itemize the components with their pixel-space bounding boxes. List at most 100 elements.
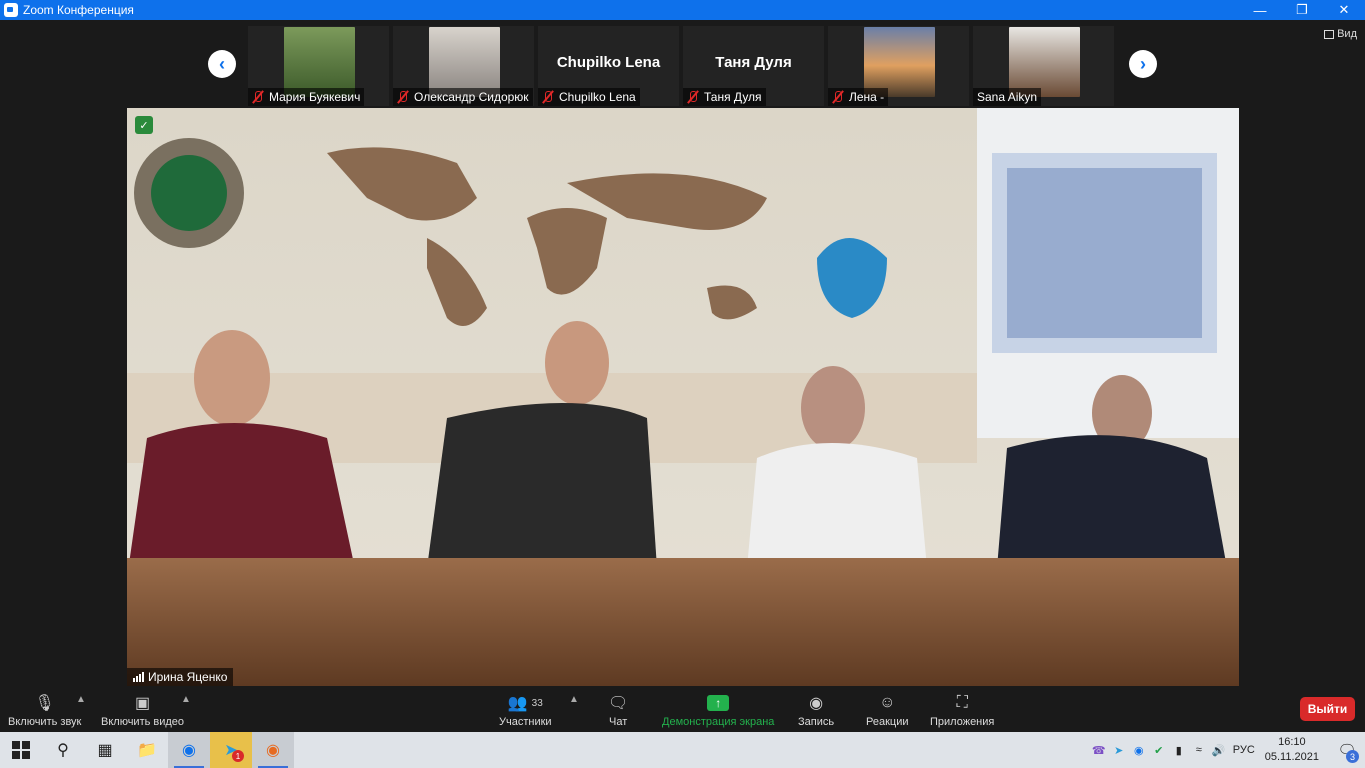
microphone-muted-icon [832,90,844,104]
chevron-right-icon: › [1140,53,1146,74]
clock-time: 16:10 [1278,736,1306,748]
speaker-name: Ирина Яценко [148,670,228,684]
microphone-muted-icon [252,90,264,104]
participants-count: 33 [531,697,543,709]
grid-view-icon [1324,29,1335,39]
share-screen-icon: ↑ [707,692,730,714]
zoom-logo-icon [4,3,18,17]
share-screen-label: Демонстрация экрана [662,716,775,728]
search-icon: ⚲ [57,742,69,759]
participant-photo [429,27,500,97]
participant-name: Лена - [849,90,885,104]
participant-name: Мария Буякевич [269,90,361,104]
start-video-button[interactable]: ▣ Включить видео [101,692,184,728]
system-tray: ☎ ➤ ◉ ✔ ▮ ≈ 🔊 РУС 16:10 05.11.2021 🗨 3 [1089,732,1365,768]
participant-name-bar: Олександр Сидорюк [393,88,533,106]
microphone-muted-icon [542,90,554,104]
search-button[interactable]: ⚲ [42,732,84,768]
participant-tile[interactable]: Мария Буякевич [248,26,389,106]
participant-photo [284,27,355,97]
record-button[interactable]: ◉ Запись [798,692,834,728]
participant-name: Таня Дуля [704,90,762,104]
zoom-taskbar-button[interactable]: ◉ [168,732,210,768]
microphone-muted-icon [687,90,699,104]
participants-options-caret-icon[interactable]: ▲ [569,694,579,705]
view-label: Вид [1337,28,1357,40]
chat-label: Чат [609,716,628,728]
participant-display-name: Таня Дуля [715,54,792,71]
firefox-taskbar-button[interactable]: ◉ [252,732,294,768]
reactions-button[interactable]: ☺ Реакции [866,692,909,728]
microphone-muted-icon: 🎙 [34,695,55,712]
volume-icon[interactable]: 🔊 [1209,744,1229,757]
battery-icon[interactable]: ▮ [1169,744,1189,757]
reactions-label: Реакции [866,716,909,728]
microphone-muted-icon [397,90,409,104]
participant-name-bar: Chupilko Lena [538,88,640,106]
wifi-icon[interactable]: ≈ [1189,744,1209,756]
viber-icon[interactable]: ☎ [1089,744,1109,757]
active-speaker-video[interactable]: ✓ Ирина Яценко [127,108,1239,686]
input-language[interactable]: РУС [1229,744,1259,756]
conference-room-scene [127,108,1239,686]
apps-button[interactable]: ⛶ Приложения [930,692,994,728]
participant-tile[interactable]: Олександр Сидорюк [393,26,534,106]
meeting-stage: ‹ Мария Буякевич Олександр Сидорюк Chupi… [0,20,1365,686]
audio-options-caret-icon[interactable]: ▲ [76,694,86,705]
task-view-button[interactable]: ▦ [84,732,126,768]
share-screen-button[interactable]: ↑ Демонстрация экрана [662,692,774,728]
participant-strip: Мария Буякевич Олександр Сидорюк Chupilk… [248,26,1118,106]
view-button[interactable]: Вид [1324,28,1357,40]
chat-button[interactable]: 🗨 Чат [608,692,628,728]
telegram-taskbar-button[interactable]: ➤ 1 [210,732,252,768]
record-label: Запись [798,716,835,728]
participants-label: Участники [499,716,552,728]
participant-photo [1009,27,1080,97]
next-page-button[interactable]: › [1129,50,1157,78]
video-off-icon: ▣ [134,695,151,712]
participants-icon: 👥 33 [507,695,543,712]
security-shield-icon[interactable]: ✔ [1149,744,1169,757]
participant-tile[interactable]: Лена - [828,26,969,106]
chat-bubble-icon: 🗨 [608,695,629,712]
record-icon: ◉ [809,695,824,712]
encryption-shield-icon[interactable]: ✓ [135,116,153,134]
participant-name-bar: Таня Дуля [683,88,766,106]
participant-name: Sana Aikyn [977,90,1038,104]
chevron-left-icon: ‹ [219,53,225,74]
apps-label: Приложения [930,716,995,728]
notification-center-button[interactable]: 🗨 3 [1329,732,1365,768]
start-button[interactable] [0,732,42,768]
window-title: Zoom Конференция [23,3,134,17]
speaker-name-tag: Ирина Яценко [127,668,234,686]
telegram-tray-icon[interactable]: ➤ [1109,744,1129,757]
participant-tile[interactable]: Sana Aikyn [973,26,1114,106]
participant-tile[interactable]: Таня Дуля Таня Дуля [683,26,824,106]
participants-button[interactable]: 👥 33 Участники [499,692,552,728]
minimize-button[interactable]: — [1239,0,1281,20]
participant-name: Chupilko Lena [559,90,636,104]
participant-tile[interactable]: Chupilko Lena Chupilko Lena [538,26,679,106]
zoom-app-icon: ◉ [182,742,196,759]
title-bar: Zoom Конференция — ❐ ✕ [0,0,1365,20]
unmute-label: Включить звук [8,716,82,728]
unmute-button[interactable]: 🎙 Включить звук [8,692,81,728]
apps-icon: ⛶ [956,694,968,711]
file-explorer-button[interactable]: 📁 [126,732,168,768]
video-options-caret-icon[interactable]: ▲ [181,694,191,705]
restore-button[interactable]: ❐ [1281,0,1323,20]
zoom-tray-icon[interactable]: ◉ [1129,744,1149,757]
leave-button[interactable]: Выйти [1300,697,1355,721]
task-view-icon: ▦ [97,742,113,759]
folder-icon: 📁 [137,742,157,759]
clock-date: 05.11.2021 [1264,751,1319,763]
previous-page-button[interactable]: ‹ [208,50,236,78]
notification-count-badge: 3 [1346,750,1359,763]
windows-logo-icon [12,741,30,759]
start-video-label: Включить видео [101,716,185,728]
taskbar-clock[interactable]: 16:10 05.11.2021 [1265,735,1319,765]
participant-name-bar: Sana Aikyn [973,88,1042,106]
participant-name-bar: Лена - [828,88,889,106]
participant-name: Олександр Сидорюк [414,90,529,104]
close-button[interactable]: ✕ [1323,0,1365,20]
